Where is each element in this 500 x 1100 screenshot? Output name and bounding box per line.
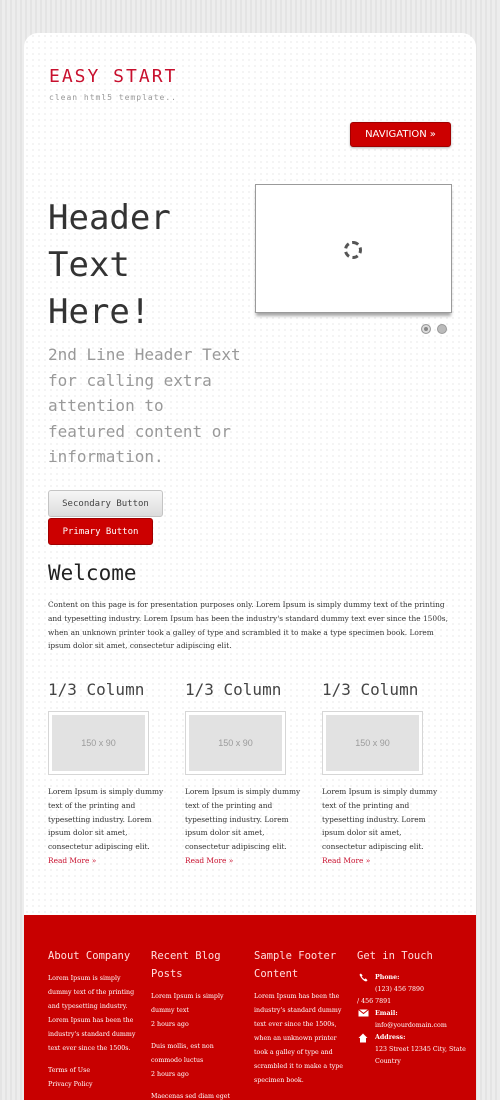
column-title: 1/3 Column xyxy=(185,680,282,699)
address-text: 123 Street 12345 City, State Country xyxy=(375,1046,466,1065)
footer-blog: Recent Blog Posts Lorem Ipsum is simply … xyxy=(151,947,233,1100)
column-title: 1/3 Column xyxy=(322,680,419,699)
image-placeholder: 150 x 90 xyxy=(52,715,145,771)
contact-phone-alt: / 456 7891 xyxy=(357,996,467,1008)
welcome-text: Content on this page is for presentation… xyxy=(48,600,448,651)
column-image: 150 x 90 xyxy=(185,711,286,775)
image-placeholder: 150 x 90 xyxy=(326,715,419,771)
footer-about-title: About Company xyxy=(48,950,131,962)
email-address[interactable]: info@yourdomain.com xyxy=(375,1022,447,1029)
footer-about-text: Lorem Ipsum is simply dummy text of the … xyxy=(48,975,136,1052)
blog-post-link[interactable]: Duis mollis, est non commodo luctus xyxy=(151,1040,233,1068)
loading-spinner-icon xyxy=(344,241,362,259)
footer-sample-text: Lorem Ipsum has been the industry's stan… xyxy=(254,993,344,1084)
column-1: 1/3 Column 150 x 90 Lorem Ipsum is simpl… xyxy=(48,680,163,868)
footer-about: About Company Lorem Ipsum is simply dumm… xyxy=(48,947,140,1092)
privacy-link[interactable]: Privacy Policy xyxy=(48,1078,140,1092)
address-label: Address: xyxy=(375,1034,406,1041)
secondary-button[interactable]: Secondary Button xyxy=(48,490,163,517)
footer-sample-title: Sample Footer Content xyxy=(254,950,337,980)
blog-post-time: 2 hours ago xyxy=(151,1021,189,1028)
home-icon xyxy=(357,1032,369,1068)
phone-icon xyxy=(357,972,369,996)
blog-post-time: 2 hours ago xyxy=(151,1071,189,1078)
hero-subtitle: 2nd Line Header Text for calling extra a… xyxy=(48,345,241,466)
column-image: 150 x 90 xyxy=(322,711,423,775)
phone-label: Phone: xyxy=(375,974,400,981)
site-logo[interactable]: EASY START xyxy=(49,66,177,87)
primary-button[interactable]: Primary Button xyxy=(48,518,153,545)
read-more-link[interactable]: Read More » xyxy=(185,854,307,868)
contact-email: Email: info@yourdomain.com xyxy=(357,1008,467,1032)
welcome-heading: Welcome xyxy=(48,561,137,585)
email-label: Email: xyxy=(375,1010,398,1017)
column-2: 1/3 Column 150 x 90 Lorem Ipsum is simpl… xyxy=(185,680,300,868)
navigation-label: NAVIGATION xyxy=(365,129,427,140)
column-body: Lorem Ipsum is simply dummy text of the … xyxy=(48,787,164,852)
read-more-link[interactable]: Read More » xyxy=(48,854,170,868)
slider-dot-2[interactable] xyxy=(437,324,447,334)
hero-title: Header Text Here! xyxy=(48,198,171,332)
footer-contact-title: Get in Touch xyxy=(357,950,433,962)
column-image: 150 x 90 xyxy=(48,711,149,775)
column-3: 1/3 Column 150 x 90 Lorem Ipsum is simpl… xyxy=(322,680,437,868)
phone-number[interactable]: (123) 456 7890 xyxy=(375,986,424,993)
slider-dot-1[interactable] xyxy=(421,324,431,334)
chevron-right-icon: » xyxy=(429,129,436,140)
image-slider[interactable] xyxy=(255,184,452,313)
column-title: 1/3 Column xyxy=(48,680,145,699)
column-body: Lorem Ipsum is simply dummy text of the … xyxy=(185,787,301,852)
footer-blog-title: Recent Blog Posts xyxy=(151,950,221,980)
navigation-button[interactable]: NAVIGATION » xyxy=(350,122,451,147)
terms-link[interactable]: Terms of Use xyxy=(48,1064,140,1078)
footer: About Company Lorem Ipsum is simply dumm… xyxy=(24,915,476,1100)
read-more-link[interactable]: Read More » xyxy=(322,854,444,868)
phone-number-alt[interactable]: / 456 7891 xyxy=(357,996,391,1008)
footer-sample: Sample Footer Content Lorem Ipsum has be… xyxy=(254,947,346,1088)
column-text: Lorem Ipsum is simply dummy text of the … xyxy=(322,785,444,868)
column-body: Lorem Ipsum is simply dummy text of the … xyxy=(322,787,438,852)
blog-post-link[interactable]: Maecenas sed diam eget xyxy=(151,1090,233,1100)
slider-pagination xyxy=(421,324,447,334)
column-text: Lorem Ipsum is simply dummy text of the … xyxy=(185,785,307,868)
page-container: EASY START clean html5 template.. NAVIGA… xyxy=(24,33,476,1100)
footer-contact: Get in Touch Phone: (123) 456 7890 / 456… xyxy=(357,947,467,1068)
blog-post-link[interactable]: Lorem Ipsum is simply dummy text xyxy=(151,990,233,1018)
image-placeholder: 150 x 90 xyxy=(189,715,282,771)
envelope-icon xyxy=(357,1008,369,1032)
column-text: Lorem Ipsum is simply dummy text of the … xyxy=(48,785,170,868)
site-tagline: clean html5 template.. xyxy=(49,93,177,102)
contact-phone: Phone: (123) 456 7890 xyxy=(357,972,467,996)
contact-address: Address: 123 Street 12345 City, State Co… xyxy=(357,1032,467,1068)
